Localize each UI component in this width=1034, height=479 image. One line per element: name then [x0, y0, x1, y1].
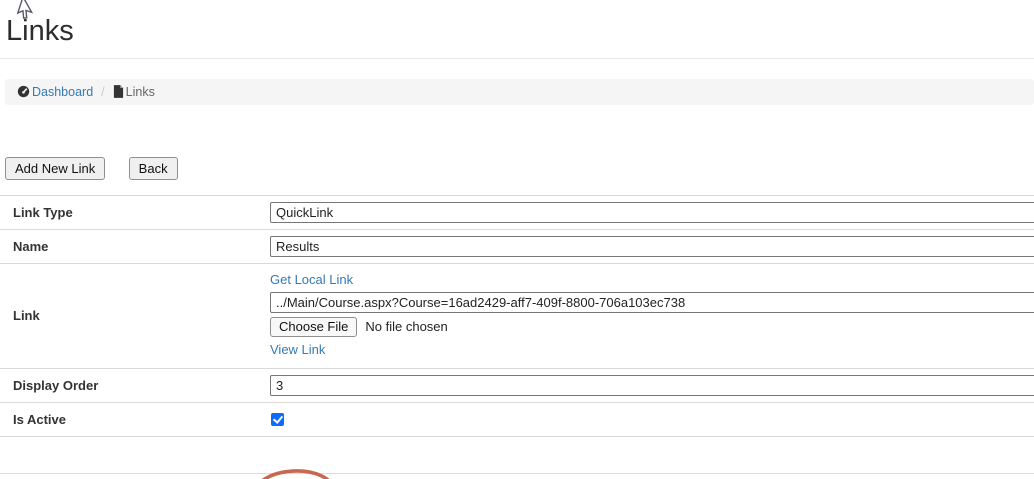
display-order-label: Display Order: [0, 368, 270, 402]
dashboard-icon: [17, 85, 30, 98]
link-url-input[interactable]: [270, 292, 1034, 313]
link-label: Link: [0, 263, 270, 368]
is-active-row: Is Active: [0, 402, 1034, 436]
page-title: Links: [6, 16, 1034, 48]
display-order-row: Display Order: [0, 368, 1034, 402]
is-active-label: Is Active: [0, 402, 270, 436]
footer-divider: [0, 473, 1034, 474]
toolbar: Add New Link Back: [5, 157, 1034, 180]
get-local-link[interactable]: Get Local Link: [270, 272, 353, 287]
mouse-cursor-icon: [15, 0, 37, 21]
back-button-top[interactable]: Back: [129, 157, 178, 180]
name-input[interactable]: [270, 236, 1034, 257]
breadcrumb-current: Links: [113, 85, 155, 99]
file-upload-row: Choose File No file chosen: [270, 317, 1034, 337]
name-row: Name: [0, 229, 1034, 263]
file-status-text: No file chosen: [365, 319, 447, 334]
breadcrumb: Dashboard / Links: [5, 79, 1034, 105]
title-divider: [0, 58, 1034, 59]
link-type-label: Link Type: [0, 195, 270, 229]
name-label: Name: [0, 229, 270, 263]
choose-file-button[interactable]: Choose File: [270, 317, 357, 337]
link-row: Link Get Local Link Choose File No file …: [0, 263, 1034, 368]
link-edit-form: Link Type Name Link Get Local Link Choos…: [0, 195, 1034, 437]
link-type-input[interactable]: [270, 202, 1034, 223]
breadcrumb-dashboard-link[interactable]: Dashboard: [17, 85, 93, 99]
breadcrumb-links-label: Links: [126, 85, 155, 99]
add-new-link-button[interactable]: Add New Link: [5, 157, 105, 180]
view-link[interactable]: View Link: [270, 342, 325, 357]
breadcrumb-separator: /: [98, 85, 107, 99]
breadcrumb-dashboard-label: Dashboard: [32, 85, 93, 99]
file-icon: [113, 85, 124, 98]
link-type-row: Link Type: [0, 195, 1034, 229]
is-active-checkbox[interactable]: [271, 413, 284, 426]
display-order-input[interactable]: [270, 375, 1034, 396]
